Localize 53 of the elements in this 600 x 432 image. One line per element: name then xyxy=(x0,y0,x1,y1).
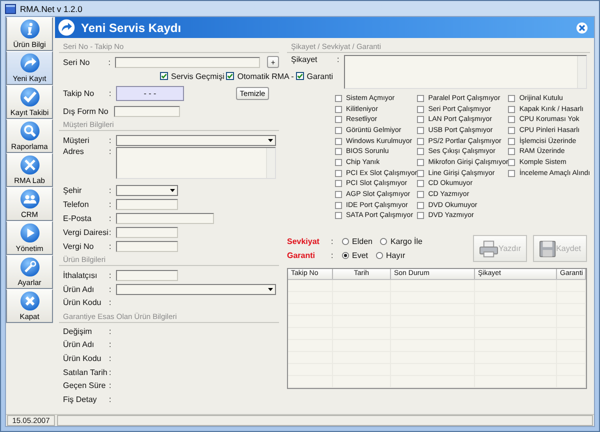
field-label: Satılan Tarih xyxy=(63,368,108,377)
radio-option[interactable]: Evet xyxy=(342,251,368,260)
colon: : xyxy=(109,298,112,308)
field-label: Ürün Kodu xyxy=(63,354,102,364)
colon: : xyxy=(109,136,112,144)
colon: : xyxy=(109,228,112,236)
field-label: Ürün Kodu xyxy=(63,298,102,308)
colon: : xyxy=(109,340,112,350)
checkbox-option[interactable]: Otomatik RMA - xyxy=(226,72,294,80)
option-label: Sevkiyat xyxy=(287,237,320,246)
field-label: Seri No xyxy=(63,58,91,66)
field-label: Vergi No xyxy=(63,242,95,250)
colon: : xyxy=(109,326,112,336)
checkbox-option[interactable]: Servis Geçmişi xyxy=(160,72,224,80)
colon: : xyxy=(109,186,112,194)
window-title: RMA.Net v 1.2.0 xyxy=(20,4,82,14)
colon: : xyxy=(109,270,112,280)
colon: : xyxy=(109,200,112,208)
field-label: Geçen Süre xyxy=(63,381,107,390)
tracking-number-field: - - - xyxy=(116,86,184,101)
field-label: Adres xyxy=(63,147,85,156)
page-title: Yeni Servis Kaydı xyxy=(81,20,182,34)
field-label: Takip No xyxy=(63,89,96,98)
checkbox-option[interactable]: Garanti xyxy=(296,72,334,80)
colon: : xyxy=(331,237,334,246)
field-label: E-Posta xyxy=(63,214,92,222)
field-label: Değişim xyxy=(63,326,93,336)
colon: : xyxy=(109,394,112,404)
field-label: Dış Form No xyxy=(63,106,110,116)
field-label: Fiş Detay xyxy=(63,394,98,404)
field-label: Telefon xyxy=(63,200,90,208)
colon: : xyxy=(109,147,112,156)
colon: : xyxy=(337,55,340,64)
colon: : xyxy=(108,58,112,66)
field-label: Vergi Dairesi xyxy=(63,228,109,236)
colon: : xyxy=(109,214,112,222)
colon: : xyxy=(109,242,112,250)
radio-option[interactable]: Hayır xyxy=(376,251,406,260)
field-label: Ürün Adı xyxy=(63,340,96,350)
colon: : xyxy=(109,89,112,98)
field-label: Müşteri xyxy=(63,136,90,144)
field-label: Ürün Adı xyxy=(63,284,96,294)
option-label: Garanti xyxy=(287,251,316,260)
colon: : xyxy=(109,368,112,377)
colon: : xyxy=(109,284,112,294)
colon: : xyxy=(331,251,334,260)
field-label: İthalatçısı xyxy=(63,270,98,280)
radio-option[interactable]: Elden xyxy=(342,237,372,246)
colon: : xyxy=(109,381,112,390)
field-label: Şehir xyxy=(63,186,83,194)
radio-option[interactable]: Kargo İle xyxy=(380,237,422,246)
field-label: Şikayet xyxy=(291,55,318,64)
colon: : xyxy=(109,354,112,364)
